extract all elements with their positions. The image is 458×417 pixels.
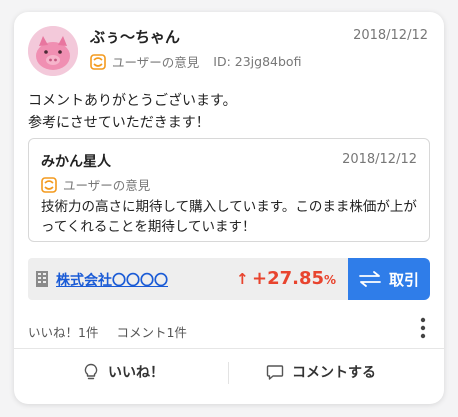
- comment-label: コメントする: [292, 365, 376, 381]
- quoted-comment[interactable]: みかん星人 2018/12/12 ユーザーの意見 技術力の高さに期待して購入して…: [28, 138, 430, 242]
- quoted-username[interactable]: みかん星人: [41, 151, 111, 171]
- swap-icon: [359, 271, 381, 287]
- like-button[interactable]: いいね！: [82, 362, 164, 382]
- comment-card: ぶぅ〜ちゃん 2018/12/12 ユーザーの意見 ID: 23jg84bofi…: [14, 12, 444, 404]
- trade-button[interactable]: 取引: [348, 258, 430, 300]
- username[interactable]: ぶぅ〜ちゃん: [90, 26, 180, 47]
- price-change: +27.85%: [252, 268, 336, 289]
- quoted-body: 技術力の高さに期待して購入しています。このまま株価が上がってくれることを期待して…: [41, 199, 417, 235]
- quoted-timestamp: 2018/12/12: [342, 152, 417, 167]
- like-label: いいね！: [108, 365, 164, 381]
- comment-button[interactable]: コメントする: [266, 362, 376, 382]
- speech-bubble-icon: [266, 365, 284, 380]
- divider: [14, 348, 444, 349]
- price-change-value: +27.85: [252, 268, 325, 289]
- up-arrow-icon: ↑: [236, 270, 249, 288]
- lightbulb-icon: [84, 363, 98, 380]
- building-icon: [36, 271, 48, 287]
- reaction-counts: いいね！1件 コメント1件: [28, 322, 187, 341]
- more-vertical-icon[interactable]: [420, 317, 426, 339]
- opinion-icon: [41, 176, 57, 193]
- action-separator: [228, 362, 229, 384]
- stock-bar: 株式会社〇〇〇〇 ↑ +27.85%: [28, 258, 348, 300]
- like-count[interactable]: いいね！1件: [28, 322, 98, 341]
- trade-label: 取引: [388, 270, 419, 289]
- opinion-label: ユーザーの意見: [112, 55, 200, 70]
- user-id: ID: 23jg84bofi: [213, 54, 302, 69]
- opinion-icon: [90, 53, 106, 70]
- quoted-meta: ユーザーの意見: [41, 175, 150, 194]
- comment-count[interactable]: コメント1件: [116, 322, 186, 341]
- avatar[interactable]: [28, 26, 78, 76]
- comment-body: コメントありがとうございます。 参考にさせていただきます！: [28, 93, 237, 131]
- post-meta: ユーザーの意見 ID: 23jg84bofi: [90, 52, 301, 71]
- post-timestamp: 2018/12/12: [353, 28, 428, 43]
- price-change-unit: %: [324, 273, 337, 287]
- quoted-opinion-label: ユーザーの意見: [63, 178, 151, 193]
- company-link[interactable]: 株式会社〇〇〇〇: [56, 270, 168, 290]
